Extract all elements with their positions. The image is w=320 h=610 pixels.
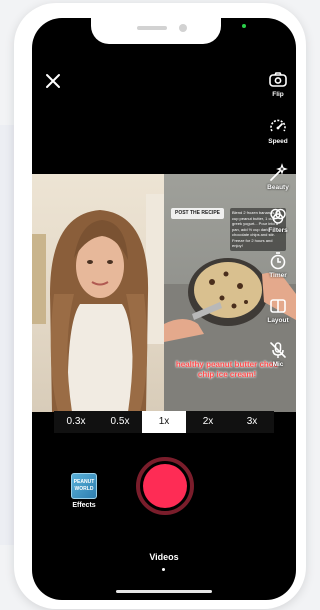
tool-beauty[interactable]: Beauty: [260, 163, 296, 191]
timer-icon: [270, 252, 286, 270]
selfie-image: [32, 194, 164, 412]
speed-icon: [270, 119, 286, 132]
zoom-option-3x[interactable]: 3x: [230, 411, 274, 433]
zoom-option-2x[interactable]: 2x: [186, 411, 230, 433]
tool-timer-label: Timer: [269, 272, 287, 279]
tool-flip-label: Flip: [272, 91, 284, 98]
tool-flip[interactable]: Flip: [260, 70, 296, 98]
zoom-option-0-5x[interactable]: 0.5x: [98, 411, 142, 433]
zoom-option-0-3x[interactable]: 0.3x: [54, 411, 98, 433]
close-button[interactable]: [44, 72, 62, 90]
front-camera: [179, 24, 187, 32]
camera-in-use-indicator: [242, 24, 246, 28]
record-button-core: [143, 464, 187, 508]
tool-timer[interactable]: Timer: [260, 251, 296, 279]
filters-icon: [270, 208, 286, 224]
layout-icon: [270, 299, 286, 313]
tool-mic[interactable]: Mic: [260, 340, 296, 368]
flip-camera-icon: [269, 72, 287, 87]
close-icon: [46, 74, 60, 88]
tool-layout[interactable]: Layout: [260, 296, 296, 324]
selfie-camera-view: [32, 174, 164, 412]
duet-preview: POST THE RECIPE Blend 2 frozen bananas, …: [32, 174, 296, 412]
effects-thumbnail: PEANUT WORLD: [71, 473, 97, 499]
beauty-wand-icon: [270, 163, 288, 181]
camera-screen: POST THE RECIPE Blend 2 frozen bananas, …: [32, 18, 296, 600]
mode-videos[interactable]: Videos: [32, 552, 296, 562]
tool-beauty-label: Beauty: [267, 184, 289, 191]
tool-filters-label: Filters: [268, 227, 288, 234]
effects-button[interactable]: PEANUT WORLD Effects: [68, 473, 100, 509]
mode-indicator-dot: [162, 568, 165, 571]
mic-off-icon: [270, 342, 286, 358]
tool-speed[interactable]: Speed: [260, 117, 296, 145]
zoom-option-1x[interactable]: 1x: [142, 411, 186, 433]
home-indicator: [116, 590, 212, 593]
tool-layout-label: Layout: [267, 317, 289, 324]
phone-notch: [91, 18, 221, 44]
speaker-grille: [137, 26, 167, 30]
effects-label: Effects: [72, 502, 96, 509]
tool-filters[interactable]: Filters: [260, 206, 296, 234]
record-button[interactable]: [136, 457, 194, 515]
tool-mic-label: Mic: [272, 361, 284, 368]
page: POST THE RECIPE Blend 2 frozen bananas, …: [0, 0, 310, 610]
zoom-selector: 0.3x 0.5x 1x 2x 3x: [54, 411, 274, 433]
tool-speed-label: Speed: [268, 138, 288, 145]
recipe-tag: POST THE RECIPE: [171, 208, 225, 219]
